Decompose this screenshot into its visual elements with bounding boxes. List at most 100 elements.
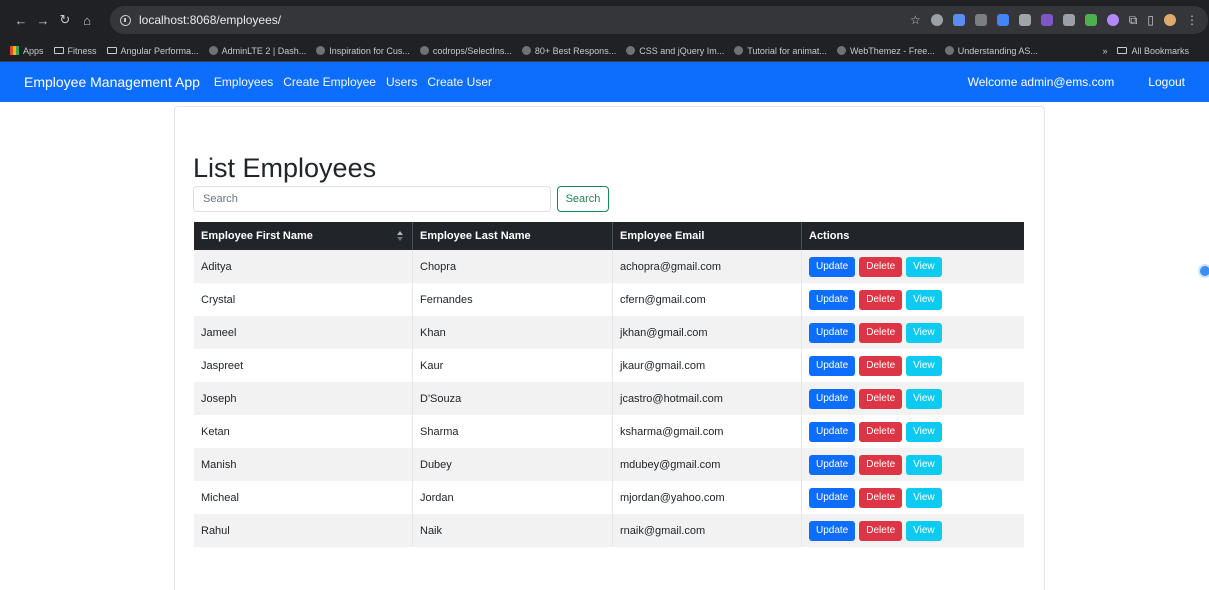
back-icon[interactable]: ←: [10, 13, 32, 28]
welcome-text: Welcome admin@ems.com: [967, 75, 1115, 89]
cell-actions: Update Delete View: [802, 349, 1024, 382]
table-row: Aditya Chopra achopra@gmail.com Update Delet…: [194, 250, 1024, 283]
extension-icon[interactable]: [1062, 14, 1075, 26]
update-button[interactable]: Update: [809, 355, 856, 376]
update-button[interactable]: Update: [809, 520, 856, 541]
cell-last-name: Naik: [413, 514, 613, 547]
cell-first-name: Rahul: [194, 514, 413, 547]
logout-link[interactable]: Logout: [1148, 75, 1185, 89]
view-button[interactable]: View: [906, 355, 942, 376]
forward-icon[interactable]: →: [32, 13, 54, 28]
view-button[interactable]: View: [906, 421, 942, 442]
update-button[interactable]: Update: [809, 421, 856, 442]
cell-email: jkhan@gmail.com: [613, 316, 802, 349]
bookmark-item[interactable]: Understanding AS...: [944, 46, 1038, 56]
header-email[interactable]: Employee Email: [613, 222, 802, 250]
view-button[interactable]: View: [906, 322, 942, 343]
cell-last-name: Dubey: [413, 448, 613, 481]
extension-icon[interactable]: [1084, 14, 1097, 26]
nav-create-user[interactable]: Create User: [427, 75, 492, 89]
delete-button[interactable]: Delete: [859, 256, 903, 277]
folder-icon: [1117, 47, 1128, 54]
view-button[interactable]: View: [906, 520, 942, 541]
view-button[interactable]: View: [906, 289, 942, 310]
update-button[interactable]: Update: [809, 454, 856, 475]
more-bookmarks-button[interactable]: »: [1102, 46, 1107, 56]
cell-first-name: Joseph: [194, 382, 413, 415]
delete-button[interactable]: Delete: [859, 487, 903, 508]
delete-button[interactable]: Delete: [859, 421, 903, 442]
delete-button[interactable]: Delete: [859, 289, 903, 310]
delete-button[interactable]: Delete: [859, 355, 903, 376]
bookmark-item[interactable]: Tutorial for animat...: [734, 46, 827, 56]
extension-icon[interactable]: [1018, 14, 1031, 26]
cell-first-name: Manish: [194, 448, 413, 481]
extension-icon[interactable]: [1106, 14, 1119, 26]
bookmark-item[interactable]: WebThemez - Free...: [836, 46, 935, 56]
extension-icon[interactable]: [952, 14, 965, 26]
view-button[interactable]: View: [906, 487, 942, 508]
bookmark-apps[interactable]: Apps: [10, 46, 44, 56]
update-button[interactable]: Update: [809, 388, 856, 409]
nav-create-employee[interactable]: Create Employee: [283, 75, 376, 89]
folder-icon: [53, 47, 64, 54]
table-header: Employee First Name Employee Last Name E…: [194, 222, 1024, 250]
cell-last-name: Fernandes: [413, 283, 613, 316]
delete-button[interactable]: Delete: [859, 322, 903, 343]
site-info-icon[interactable]: [120, 14, 131, 26]
search-input[interactable]: [193, 186, 551, 212]
address-bar[interactable]: localhost:8068/employees/ ☆ ⧉ ▯ ⋮: [110, 6, 1208, 34]
floating-extension-icon[interactable]: [1198, 264, 1209, 278]
cell-email: ksharma@gmail.com: [613, 415, 802, 448]
extension-icon[interactable]: [930, 14, 943, 26]
sort-icon[interactable]: [397, 231, 403, 241]
search-button[interactable]: Search: [557, 186, 609, 212]
url-text: localhost:8068/employees/: [139, 13, 282, 27]
header-last-name[interactable]: Employee Last Name: [413, 222, 613, 250]
update-button[interactable]: Update: [809, 256, 856, 277]
view-button[interactable]: View: [906, 388, 942, 409]
update-button[interactable]: Update: [809, 289, 856, 310]
bookmark-folder[interactable]: Angular Performa...: [106, 46, 199, 56]
brand-link[interactable]: Employee Management App: [24, 74, 200, 90]
cell-actions: Update Delete View: [802, 448, 1024, 481]
side-panel-icon[interactable]: ▯: [1147, 13, 1154, 27]
bookmark-folder[interactable]: Fitness: [53, 46, 97, 56]
table-body: Aditya Chopra achopra@gmail.com Update Delet…: [194, 250, 1024, 547]
menu-kebab-icon[interactable]: ⋮: [1186, 13, 1198, 27]
delete-button[interactable]: Delete: [859, 520, 903, 541]
home-icon[interactable]: ⌂: [76, 13, 98, 28]
cell-first-name: Micheal: [194, 481, 413, 514]
extensions-puzzle-icon[interactable]: ⧉: [1129, 13, 1138, 28]
delete-button[interactable]: Delete: [859, 454, 903, 475]
folder-icon: [106, 47, 117, 54]
cell-email: cfern@gmail.com: [613, 283, 802, 316]
bookmark-item[interactable]: AdminLTE 2 | Dash...: [208, 46, 306, 56]
globe-icon: [626, 46, 636, 55]
view-button[interactable]: View: [906, 256, 942, 277]
bookmark-item[interactable]: 80+ Best Respons...: [521, 46, 616, 56]
bookmark-star-icon[interactable]: ☆: [910, 13, 921, 27]
nav-employees[interactable]: Employees: [214, 75, 273, 89]
extension-icon[interactable]: [996, 14, 1009, 26]
update-button[interactable]: Update: [809, 487, 856, 508]
delete-button[interactable]: Delete: [859, 388, 903, 409]
globe-icon: [734, 46, 744, 55]
reload-icon[interactable]: ↻: [54, 12, 76, 28]
globe-icon: [419, 46, 429, 55]
extension-icon[interactable]: [1040, 14, 1053, 26]
bookmark-item[interactable]: codrops/SelectIns...: [419, 46, 512, 56]
nav-users[interactable]: Users: [386, 75, 417, 89]
header-first-name[interactable]: Employee First Name: [194, 222, 413, 250]
cell-actions: Update Delete View: [802, 316, 1024, 349]
update-button[interactable]: Update: [809, 322, 856, 343]
employees-table: Employee First Name Employee Last Name E…: [194, 222, 1024, 547]
bookmark-item[interactable]: Inspiration for Cus...: [316, 46, 410, 56]
cell-email: mjordan@yahoo.com: [613, 481, 802, 514]
cell-actions: Update Delete View: [802, 382, 1024, 415]
bookmark-item[interactable]: CSS and jQuery Im...: [626, 46, 724, 56]
view-button[interactable]: View: [906, 454, 942, 475]
profile-avatar-icon[interactable]: [1164, 14, 1176, 26]
extension-icon[interactable]: [974, 14, 987, 26]
all-bookmarks-folder[interactable]: All Bookmarks: [1117, 46, 1189, 56]
